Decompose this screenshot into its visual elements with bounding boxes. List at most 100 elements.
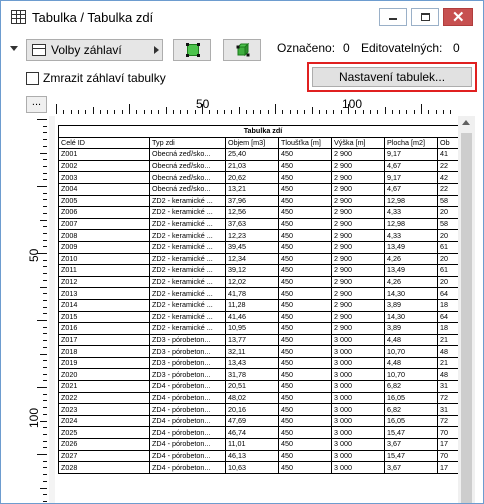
table-cell[interactable]: 3 000 [331, 356, 385, 370]
table-cell[interactable]: ZD4 - pórobeton... [149, 426, 226, 440]
table-cell[interactable]: 3 000 [331, 333, 385, 347]
table-row[interactable]: Z014 ZD2 - keramické ... 11,28 450 2 900 3,89… [58, 298, 468, 312]
table-cell[interactable]: ZD4 - pórobeton... [149, 461, 226, 474]
table-cell[interactable]: ZD2 - keramické ... [149, 194, 226, 208]
table-cell[interactable]: 450 [278, 252, 332, 266]
table-cell[interactable]: 25,40 [225, 148, 279, 161]
table-cell[interactable]: 32,11 [225, 345, 279, 358]
table-cell[interactable]: 3 000 [331, 380, 385, 393]
table-row[interactable]: Z019 ZD3 - pórobeton... 13,43 450 3 000 4,48 2… [58, 356, 468, 370]
table-cell[interactable]: 3 000 [331, 368, 385, 382]
table-cell[interactable]: ZD2 - keramické ... [149, 322, 226, 335]
table-cell[interactable]: Z023 [58, 403, 150, 416]
table-cell[interactable]: 48,02 [225, 391, 279, 405]
table-cell[interactable]: 10,95 [225, 322, 279, 335]
column-header[interactable]: Objem [m3] [225, 136, 279, 150]
table-cell[interactable]: 2 900 [331, 240, 385, 254]
table-cell[interactable]: 14,30 [384, 287, 438, 300]
table-cell[interactable]: 4,33 [384, 229, 438, 242]
table-cell[interactable]: ZD4 - pórobeton... [149, 414, 226, 428]
table-cell[interactable]: ZD4 - pórobeton... [149, 438, 226, 451]
table-cell[interactable]: 2 900 [331, 159, 385, 173]
table-cell[interactable]: 3 000 [331, 403, 385, 416]
select-3d-button[interactable] [223, 39, 261, 61]
table-cell[interactable]: 2 900 [331, 194, 385, 208]
table-cell[interactable]: 2 900 [331, 322, 385, 335]
table-cell[interactable]: 3 000 [331, 438, 385, 451]
table-cell[interactable]: 450 [278, 345, 332, 358]
table-cell[interactable]: 2 900 [331, 252, 385, 266]
table-cell[interactable]: 2 900 [331, 217, 385, 231]
table-cell[interactable]: 20,62 [225, 171, 279, 184]
table-cell[interactable]: 3 000 [331, 449, 385, 463]
table-cell[interactable]: 450 [278, 206, 332, 219]
toolbar-collapse-arrow-icon[interactable] [10, 46, 18, 51]
table-cell[interactable]: 450 [278, 391, 332, 405]
table-row[interactable]: Z025 ZD4 - pórobeton... 46,74 450 3 000 15,47… [58, 426, 468, 440]
scroll-up-arrow-icon[interactable] [462, 120, 470, 125]
table-cell[interactable]: 13,49 [384, 240, 438, 254]
table-cell[interactable]: 47,69 [225, 414, 279, 428]
vertical-scrollbar[interactable] [458, 116, 475, 503]
table-cell[interactable]: ZD3 - pórobeton... [149, 345, 226, 358]
table-cell[interactable]: Obecná zeď/sko... [149, 148, 226, 161]
table-row[interactable]: Z010 ZD2 - keramické ... 12,34 450 2 900 4,26… [58, 252, 468, 266]
table-row[interactable]: Z004 Obecná zeď/sko... 13,21 450 2 900 4,67 22 [58, 182, 468, 196]
table-row[interactable]: Z020 ZD3 - pórobeton... 31,78 450 3 000 10,70… [58, 368, 468, 382]
table-cell[interactable]: 450 [278, 403, 332, 416]
table-cell[interactable]: Z022 [58, 391, 150, 405]
table-cell[interactable]: Z005 [58, 194, 150, 208]
table-cell[interactable]: ZD4 - pórobeton... [149, 391, 226, 405]
table-cell[interactable]: 41,46 [225, 310, 279, 324]
table-cell[interactable]: Z017 [58, 333, 150, 347]
table-cell[interactable]: Z002 [58, 159, 150, 173]
table-cell[interactable]: 13,43 [225, 356, 279, 370]
table-cell[interactable]: 12,56 [225, 206, 279, 219]
column-header[interactable]: Typ zdi [149, 136, 226, 150]
table-row[interactable]: Z011 ZD2 - keramické ... 39,12 450 2 900 13,4… [58, 264, 468, 277]
table-cell[interactable]: 450 [278, 159, 332, 173]
column-header[interactable]: Plocha [m2] [384, 136, 438, 150]
table-cell[interactable]: 2 900 [331, 206, 385, 219]
table-cell[interactable]: Z024 [58, 414, 150, 428]
table-row[interactable]: Z001 Obecná zeď/sko... 25,40 450 2 900 9,17 41 [58, 148, 468, 161]
table-cell[interactable]: 450 [278, 356, 332, 370]
maximize-button[interactable] [411, 8, 439, 26]
table-row[interactable]: Z002 Obecná zeď/sko... 21,03 450 2 900 4,67 22 [58, 159, 468, 173]
table-cell[interactable]: 2 900 [331, 148, 385, 161]
table-row[interactable]: Z023 ZD4 - pórobeton... 20,16 450 3 000 6,82 3… [58, 403, 468, 416]
table-cell[interactable]: 31,78 [225, 368, 279, 382]
table-cell[interactable]: Z014 [58, 298, 150, 312]
table-cell[interactable]: 450 [278, 240, 332, 254]
table-cell[interactable]: 2 900 [331, 275, 385, 289]
table-cell[interactable]: Z016 [58, 322, 150, 335]
table-row[interactable]: Z015 ZD2 - keramické ... 41,46 450 2 900 14,3… [58, 310, 468, 324]
table-row[interactable]: Z021 ZD4 - pórobeton... 20,51 450 3 000 6,82 3… [58, 380, 468, 393]
table-cell[interactable]: 11,01 [225, 438, 279, 451]
table-cell[interactable]: ZD2 - keramické ... [149, 310, 226, 324]
table-cell[interactable]: ZD2 - keramické ... [149, 229, 226, 242]
table-cell[interactable]: 3 000 [331, 391, 385, 405]
table-cell[interactable]: ZD2 - keramické ... [149, 298, 226, 312]
table-cell[interactable]: 3,67 [384, 438, 438, 451]
table-cell[interactable]: 3 000 [331, 461, 385, 474]
table-cell[interactable]: 11,28 [225, 298, 279, 312]
table-row[interactable]: Z009 ZD2 - keramické ... 39,45 450 2 900 13,4… [58, 240, 468, 254]
column-header[interactable]: Tloušťka [m] [278, 136, 332, 150]
table-cell[interactable]: 16,05 [384, 391, 438, 405]
table-cell[interactable]: ZD2 - keramické ... [149, 252, 226, 266]
scrollbar-thumb[interactable] [461, 133, 472, 503]
table-row[interactable]: Z008 ZD2 - keramické ... 12,23 450 2 900 4,33… [58, 229, 468, 242]
table-cell[interactable]: ZD3 - pórobeton... [149, 356, 226, 370]
table-cell[interactable]: 450 [278, 287, 332, 300]
table-cell[interactable]: 3,89 [384, 298, 438, 312]
table-cell[interactable]: 12,23 [225, 229, 279, 242]
table-cell[interactable]: Z011 [58, 264, 150, 277]
table-cell[interactable]: 15,47 [384, 426, 438, 440]
table-cell[interactable]: 12,98 [384, 194, 438, 208]
header-options-button[interactable]: Volby záhlaví [26, 39, 163, 61]
table-cell[interactable]: 9,17 [384, 148, 438, 161]
table-cell[interactable]: Z007 [58, 217, 150, 231]
table-cell[interactable]: ZD3 - pórobeton... [149, 368, 226, 382]
table-cell[interactable]: 450 [278, 171, 332, 184]
